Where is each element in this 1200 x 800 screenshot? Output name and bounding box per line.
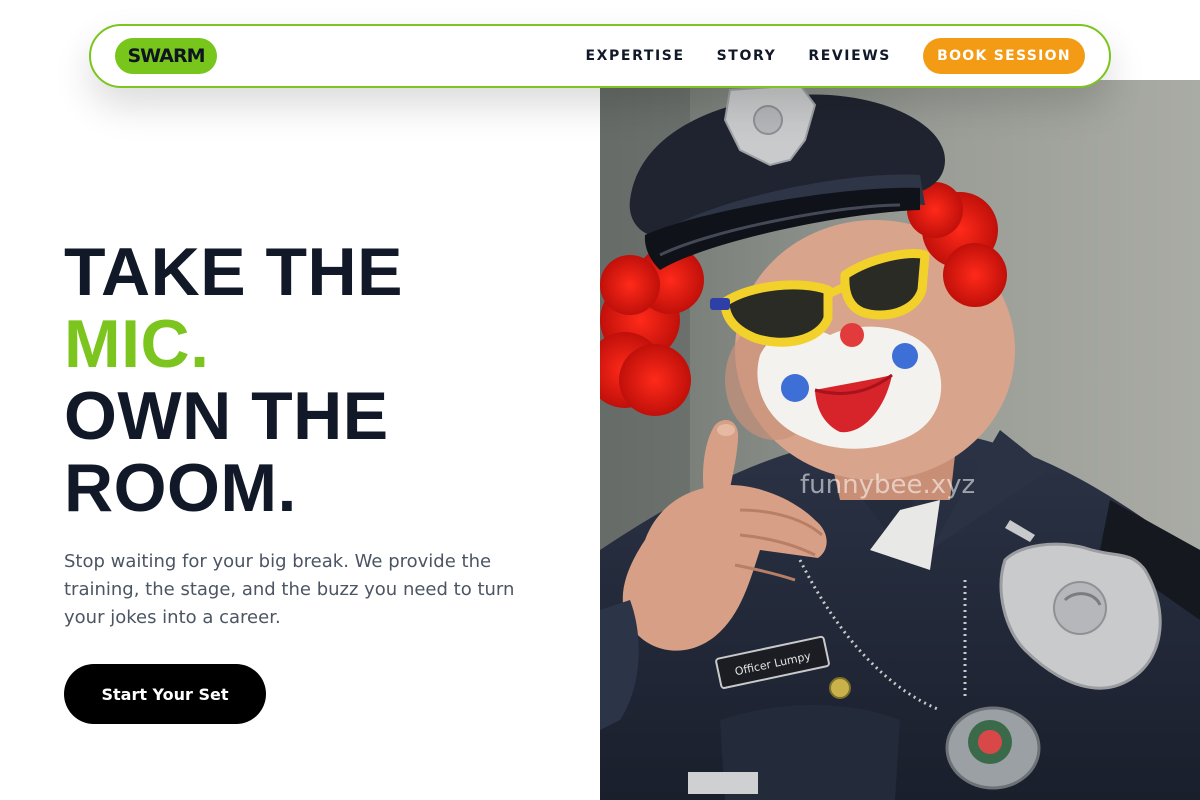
nav-link-reviews[interactable]: REVIEWS <box>808 48 891 64</box>
nav-link-expertise[interactable]: EXPERTISE <box>585 48 684 64</box>
headline-line-4: ROOM. <box>64 450 297 526</box>
headline-line-1: TAKE THE <box>64 234 403 310</box>
headline-line-2: MIC. <box>64 306 210 382</box>
navbar: SWARM EXPERTISE STORY REVIEWS BOOK SESSI… <box>89 24 1111 88</box>
headline-line-3: OWN THE <box>64 378 389 454</box>
watermark-text: funnybee.xyz <box>800 470 975 500</box>
nav-link-story[interactable]: STORY <box>717 48 777 64</box>
nav-links: EXPERTISE STORY REVIEWS <box>585 26 891 86</box>
hero-photo: Officer Lumpy funnybee.xyz <box>600 80 1200 800</box>
start-your-set-button[interactable]: Start Your Set <box>64 664 266 724</box>
hero-subtitle: Stop waiting for your big break. We prov… <box>64 551 515 628</box>
hero-headline: TAKE THE MIC. OWN THE ROOM. <box>64 236 403 524</box>
logo[interactable]: SWARM <box>115 38 217 74</box>
book-session-button[interactable]: BOOK SESSION <box>923 38 1085 74</box>
landing-page: SWARM EXPERTISE STORY REVIEWS BOOK SESSI… <box>0 0 1200 800</box>
